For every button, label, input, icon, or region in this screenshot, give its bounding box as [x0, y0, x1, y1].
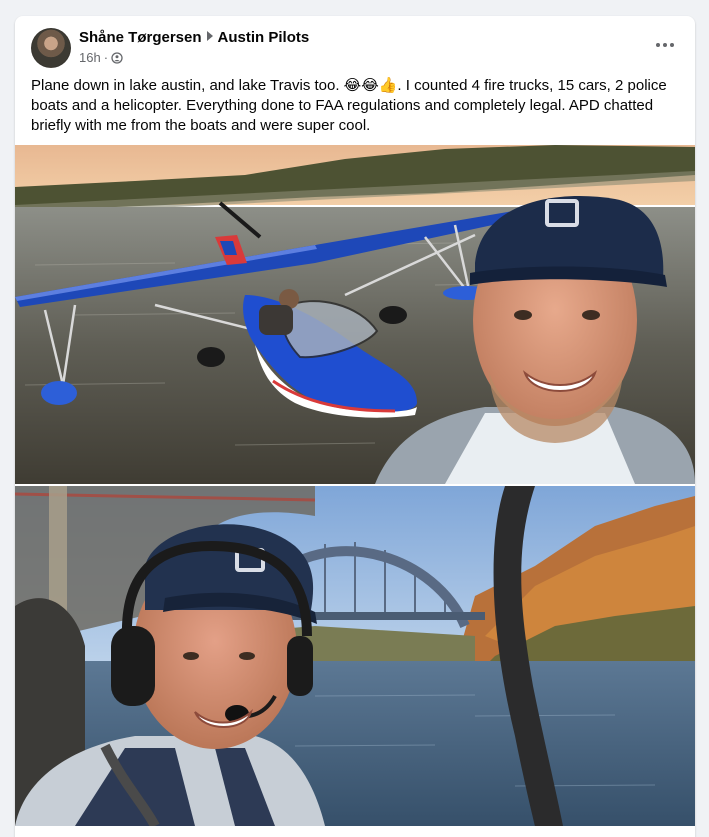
post-author-line: Shåne Tørgersen Austin Pilots [79, 29, 309, 46]
avatar[interactable] [31, 28, 71, 68]
group-name[interactable]: Austin Pilots [218, 29, 310, 46]
caret-right-icon [206, 31, 213, 41]
cockpit-photo-illustration [15, 486, 695, 826]
more-options-icon [656, 43, 660, 47]
more-options-button[interactable] [647, 32, 683, 58]
group-members-icon [111, 51, 123, 64]
post-time[interactable]: 16h [79, 50, 101, 65]
post-meta: 16h · [79, 50, 123, 65]
post-photo-seaplane-selfie[interactable] [15, 145, 695, 484]
post-card: Shåne Tørgersen Austin Pilots 16h · Plane… [15, 16, 695, 837]
post-text: Plane down in lake austin, and lake Trav… [31, 77, 667, 134]
meta-separator: · [103, 50, 109, 65]
author-name[interactable]: Shåne Tørgersen [79, 29, 202, 46]
post-header: Shåne Tørgersen Austin Pilots 16h · [31, 28, 679, 70]
post-photo-cockpit-bridge[interactable] [15, 486, 695, 826]
seaplane-photo-illustration [15, 145, 695, 484]
